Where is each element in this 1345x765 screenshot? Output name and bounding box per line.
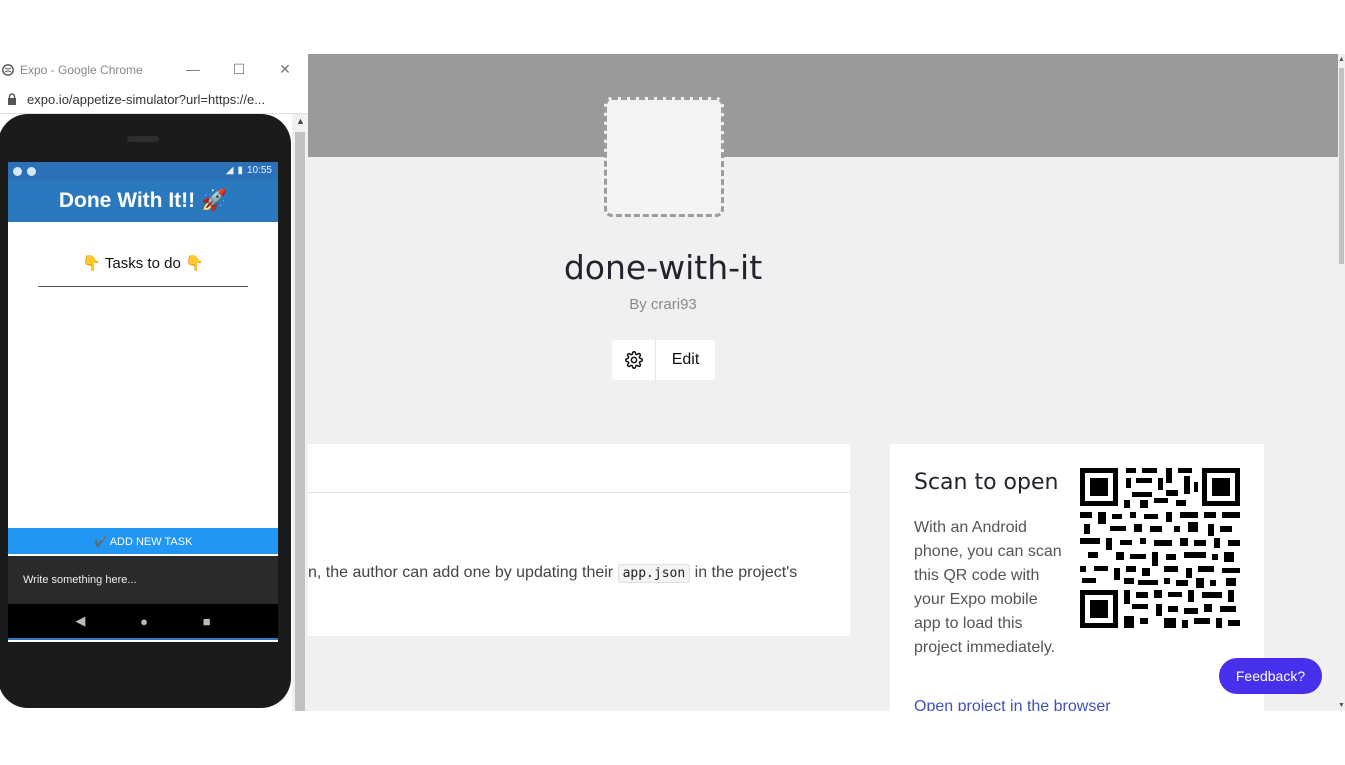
scroll-up-arrow-icon[interactable]: ▲ [1338,56,1345,63]
minimize-button[interactable]: — [183,60,203,78]
close-button[interactable]: ✕ [275,60,295,78]
lock-icon [8,93,16,105]
nav-home-icon[interactable]: ● [140,614,148,629]
project-title: done-with-it [563,248,763,287]
screen: done-with-it By crari93 Edit n, the auth… [0,54,1345,711]
popup-scrollbar-thumb[interactable] [295,132,305,711]
chrome-popup-window: Expo - Google Chrome — ☐ ✕ expo.io/appet… [0,54,308,711]
qr-code [1080,468,1240,628]
signal-icon: ◢ [225,165,234,176]
feedback-button[interactable]: Feedback? [1219,658,1322,694]
task-input[interactable]: Write something here... [8,556,278,604]
page-scrollbar[interactable]: ▲ ▼ [1338,54,1345,711]
status-time: 10:55 [246,165,272,176]
scan-description: With an Android phone, you can scan this… [914,519,1062,656]
nav-back-icon[interactable]: ◀ [75,613,85,629]
project-actions: Edit [612,340,715,380]
gear-icon [624,351,643,369]
app-header-title: Done With It!! 🚀 [8,180,278,222]
status-right: ◢ ▮ 10:55 [226,165,272,176]
add-new-task-button[interactable]: ✔️ ADD NEW TASK [8,528,278,554]
address-bar[interactable]: expo.io/appetize-simulator?url=https://e… [0,85,308,114]
scroll-down-arrow-icon[interactable]: ▼ [1338,702,1345,709]
phone-screen[interactable]: ◢ ▮ 10:55 Done With It!! 🚀 👇 Tasks to do… [8,162,278,642]
description-text-before: n, the author can add one by updating th… [308,564,618,581]
edit-button[interactable]: Edit [656,340,715,380]
scan-card: Scan to open With an Android phone, you … [890,444,1264,711]
project-author: By crari93 [629,296,697,313]
maximize-button[interactable]: ☐ [229,60,249,78]
android-nav-bar: ◀ ● ■ [8,604,278,638]
task-input-placeholder: Write something here... [23,574,137,586]
android-status-bar: ◢ ▮ 10:55 [8,162,278,180]
description-text: n, the author can add one by updating th… [308,564,798,583]
url-text[interactable]: expo.io/appetize-simulator?url=https://e… [27,92,265,107]
battery-icon: ▮ [237,165,243,176]
description-card: n, the author can add one by updating th… [308,444,850,636]
tasks-divider [38,286,248,287]
open-in-browser-link[interactable]: Open project in the browser [914,698,1111,711]
chrome-title-bar: Expo - Google Chrome — ☐ ✕ [0,54,308,85]
phone-simulator: ◢ ▮ 10:55 Done With It!! 🚀 👇 Tasks to do… [0,114,291,708]
description-text-after: in the project's [690,564,798,581]
notification-icon [27,166,36,176]
page-scrollbar-thumb[interactable] [1339,68,1344,264]
settings-button[interactable] [612,340,656,380]
nav-recent-icon[interactable]: ■ [203,614,211,629]
site-icon [2,63,14,76]
app-json-code: app.json [617,564,691,583]
window-title: Expo - Google Chrome [20,62,143,77]
scroll-up-arrow-icon[interactable]: ▲ [296,116,305,126]
scan-title: Scan to open [914,470,1059,495]
notification-icon [13,166,22,176]
phone-speaker [127,136,159,142]
card-divider [308,492,850,493]
app-icon-placeholder [604,97,724,217]
tasks-heading: 👇 Tasks to do 👇 [82,255,204,272]
popup-scrollbar[interactable]: ▲ [292,114,308,711]
nav-accent-line [8,638,278,640]
